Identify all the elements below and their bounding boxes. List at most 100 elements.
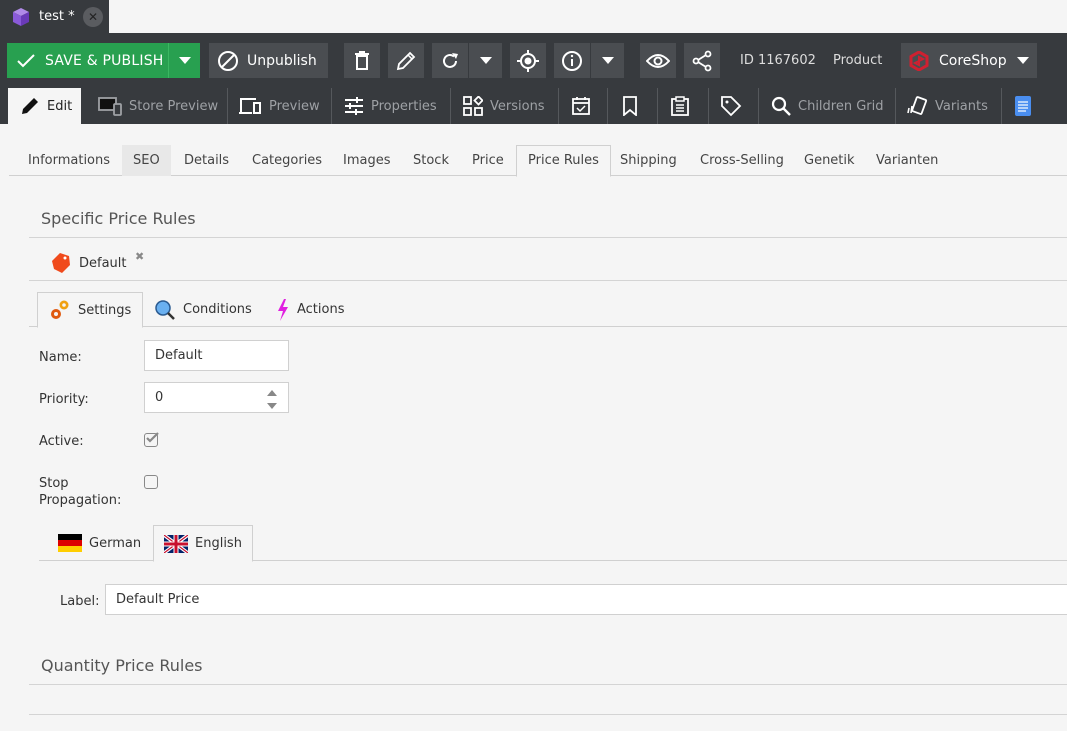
save-publish-button[interactable]: SAVE & PUBLISH xyxy=(7,43,168,78)
preview-button[interactable] xyxy=(640,43,676,78)
flag-gb-icon xyxy=(164,534,188,553)
tab-actions[interactable]: Actions xyxy=(265,292,356,327)
nav-edit[interactable]: Edit xyxy=(8,88,81,124)
tab-english-label: English xyxy=(195,536,242,551)
tab-images[interactable]: Images xyxy=(332,145,402,176)
document-tab[interactable]: test * ✕ xyxy=(0,0,109,33)
price-rule-tab-label: Default xyxy=(79,255,127,271)
price-rule-tab-default[interactable]: Default xyxy=(51,251,127,275)
section-divider xyxy=(29,237,1067,238)
document-tab-title: test * xyxy=(39,9,75,24)
quantity-price-rules-title: Quantity Price Rules xyxy=(41,656,203,675)
active-checkbox[interactable] xyxy=(144,432,159,447)
name-input[interactable]: Default xyxy=(144,340,289,371)
nav-separator xyxy=(708,88,709,124)
tab-actions-label: Actions xyxy=(297,302,345,317)
tab-seo[interactable]: SEO xyxy=(122,145,171,176)
nav-properties[interactable]: Properties xyxy=(344,88,437,124)
nav-separator xyxy=(227,88,228,124)
tab-genetik[interactable]: Genetik xyxy=(793,145,866,176)
nav-document[interactable] xyxy=(1015,88,1031,124)
rename-icon xyxy=(396,51,416,70)
tab-informations[interactable]: Informations xyxy=(17,145,121,176)
reload-button[interactable] xyxy=(432,43,468,78)
preview-eye-icon xyxy=(646,53,670,68)
label-field-label: Label: xyxy=(60,594,100,609)
rule-settings-tabs: Settings Conditions Actions xyxy=(29,292,1067,328)
section-divider xyxy=(29,684,1067,685)
tab-categories[interactable]: Categories xyxy=(241,145,333,176)
coreshop-label: CoreShop xyxy=(939,52,1007,69)
tab-conditions[interactable]: Conditions xyxy=(143,292,263,327)
nav-preview-label: Preview xyxy=(269,98,320,114)
nav-children-grid[interactable]: Children Grid xyxy=(771,88,884,124)
coreshop-menu-button[interactable]: CoreShop xyxy=(901,43,1037,78)
rename-button[interactable] xyxy=(388,43,424,78)
tag-icon xyxy=(721,96,742,117)
caret-down-icon xyxy=(479,57,492,64)
tab-german[interactable]: German xyxy=(48,525,151,561)
locate-button[interactable] xyxy=(510,43,546,78)
tab-price[interactable]: Price xyxy=(461,145,515,176)
name-label: Name: xyxy=(39,350,82,365)
close-icon[interactable]: ✕ xyxy=(83,7,103,27)
unpublish-button[interactable]: Unpublish xyxy=(209,43,328,78)
nav-versions[interactable]: Versions xyxy=(463,88,545,124)
specific-price-rules-title: Specific Price Rules xyxy=(41,209,196,228)
coreshop-logo-icon xyxy=(909,50,929,71)
nav-preview[interactable]: Preview xyxy=(238,88,320,124)
tab-settings-label: Settings xyxy=(78,302,132,318)
save-publish-label: SAVE & PUBLISH xyxy=(45,52,164,69)
spin-up-icon[interactable] xyxy=(267,390,277,396)
nav-children-grid-label: Children Grid xyxy=(798,98,884,114)
versions-icon xyxy=(463,96,483,116)
nav-variants-label: Variants xyxy=(935,98,988,114)
unpublish-icon xyxy=(218,50,238,71)
nav-properties-label: Properties xyxy=(371,98,437,114)
document-tab-strip: test * ✕ xyxy=(0,0,1067,33)
caret-down-icon xyxy=(1017,57,1029,64)
locate-icon xyxy=(517,49,539,72)
tab-english[interactable]: English xyxy=(153,525,253,562)
tab-shipping[interactable]: Shipping xyxy=(609,145,688,176)
nav-notes[interactable] xyxy=(671,88,689,124)
info-icon xyxy=(562,50,582,71)
tab-details[interactable]: Details xyxy=(173,145,240,176)
nav-separator xyxy=(895,88,896,124)
nav-tags[interactable] xyxy=(720,88,742,124)
info-options-dropdown[interactable] xyxy=(591,43,624,78)
delete-button[interactable] xyxy=(344,43,380,78)
nav-separator xyxy=(657,88,658,124)
nav-separator xyxy=(331,88,332,124)
nav-schedule[interactable] xyxy=(571,88,591,124)
section-divider xyxy=(29,714,1067,715)
nav-variants[interactable]: Variants xyxy=(906,88,988,124)
label-input[interactable]: Default Price xyxy=(105,584,1067,615)
checkmark-icon xyxy=(146,432,159,443)
reload-options-dropdown[interactable] xyxy=(469,43,502,78)
nav-dependencies[interactable] xyxy=(622,88,638,124)
spin-down-icon[interactable] xyxy=(267,403,277,409)
tab-price-rules[interactable]: Price Rules xyxy=(516,145,611,177)
tab-cross-selling[interactable]: Cross-Selling xyxy=(689,145,795,176)
section-divider xyxy=(29,280,1067,281)
unpublish-label: Unpublish xyxy=(247,52,317,69)
search-icon xyxy=(771,96,791,116)
tab-stock[interactable]: Stock xyxy=(402,145,460,176)
nav-store-preview[interactable]: Store Preview xyxy=(98,88,218,124)
stop-propagation-label-line1: Stop xyxy=(39,476,69,491)
tab-varianten[interactable]: Varianten xyxy=(865,145,949,176)
save-options-dropdown[interactable] xyxy=(168,43,200,78)
nav-separator xyxy=(1001,88,1002,124)
info-button[interactable] xyxy=(554,43,590,78)
object-cube-icon xyxy=(13,7,29,26)
share-button[interactable] xyxy=(684,43,720,78)
pencil-icon xyxy=(22,98,38,114)
close-rule-icon[interactable]: ✖ xyxy=(135,250,144,263)
sliders-icon xyxy=(345,97,363,115)
tab-settings[interactable]: Settings xyxy=(37,292,144,328)
caret-down-icon xyxy=(178,57,191,64)
settings-gears-icon xyxy=(51,300,69,319)
stop-propagation-checkbox[interactable] xyxy=(144,475,158,489)
price-tag-icon xyxy=(52,253,70,273)
